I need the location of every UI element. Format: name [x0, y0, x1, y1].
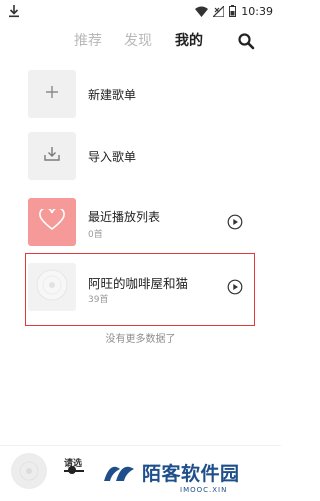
- search-icon[interactable]: [237, 32, 255, 50]
- player-disc-cover: [11, 453, 47, 489]
- disc-icon: [35, 268, 69, 306]
- playlist-name: 阿旺的咖啡屋和猫: [88, 276, 189, 291]
- watermark: 陌客软件园 IMOOC.XIN: [100, 455, 281, 500]
- new-playlist-row[interactable]: 新建歌单: [0, 70, 281, 122]
- list-end-text: 没有更多数据了: [105, 334, 176, 345]
- new-playlist-thumb: [28, 70, 76, 118]
- import-icon: [43, 146, 61, 166]
- wifi-icon: [195, 2, 209, 21]
- playlist-count: 0首: [88, 230, 103, 240]
- top-tab-bar: 推荐 发现 我的: [0, 26, 281, 54]
- import-playlist-label: 导入歌单: [88, 150, 137, 164]
- playlist-count: 39首: [88, 295, 109, 305]
- no-signal-icon: [211, 2, 225, 21]
- playlist-name: 最近播放列表: [88, 210, 161, 224]
- download-icon: [8, 3, 20, 18]
- status-time: 10:39: [241, 5, 273, 18]
- tab-recommend[interactable]: 推荐: [74, 30, 102, 50]
- playlist-row-awang[interactable]: 阿旺的咖啡屋和猫 39首: [0, 263, 281, 315]
- play-circle-icon[interactable]: [227, 279, 243, 295]
- player-progress-handle[interactable]: [68, 466, 76, 474]
- recent-playlist-cover: [28, 198, 76, 246]
- status-bar: 10:39: [0, 0, 281, 20]
- playlist-row-recent[interactable]: 最近播放列表 0首: [0, 198, 281, 250]
- play-circle-icon[interactable]: [227, 214, 243, 230]
- import-playlist-thumb: [28, 132, 76, 180]
- playlist-cover: [28, 263, 76, 311]
- tab-discover[interactable]: 发现: [124, 30, 152, 50]
- heart-icon: [39, 207, 65, 235]
- watermark-brand: 陌客软件园: [142, 463, 240, 485]
- import-playlist-row[interactable]: 导入歌单: [0, 132, 281, 184]
- tab-mine[interactable]: 我的: [175, 30, 203, 50]
- plus-icon: [44, 84, 60, 104]
- watermark-logo-icon: [100, 459, 140, 485]
- battery-icon: [229, 2, 237, 21]
- watermark-url: IMOOC.XIN: [180, 486, 228, 494]
- new-playlist-label: 新建歌单: [88, 88, 137, 102]
